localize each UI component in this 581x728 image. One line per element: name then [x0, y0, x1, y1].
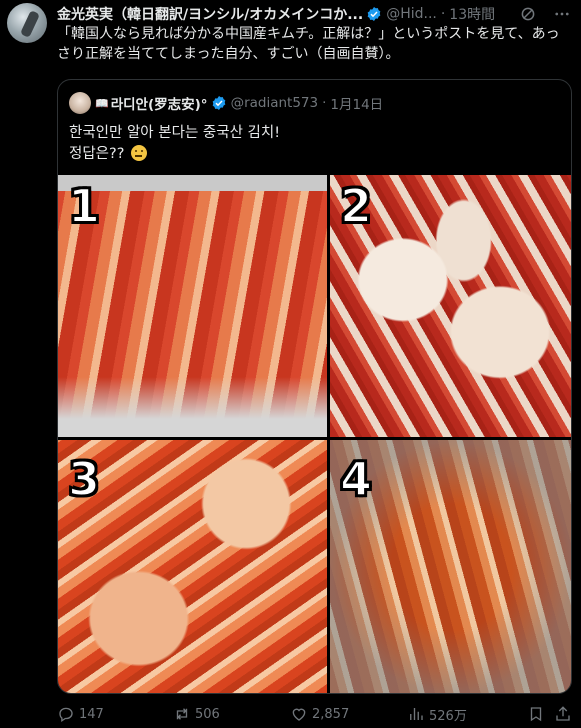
retweet-button[interactable]: 506	[173, 705, 220, 723]
kimchi-photo-1[interactable]: 1	[58, 175, 327, 437]
quoted-tweet[interactable]: 📖 라디안(罗志安)° @radiant573 · 1月14日 한국인만 알아 …	[57, 79, 572, 694]
share-button[interactable]	[554, 705, 572, 723]
quoted-author-avatar	[69, 92, 91, 114]
photo-number-label: 3	[67, 452, 101, 506]
tweet-actions: 147 506 2,857 526万	[57, 703, 572, 725]
kimchi-photo-4[interactable]: 4	[330, 440, 571, 693]
photo-number-label: 4	[339, 452, 373, 506]
quoted-tweet-text: 한국인만 알아 본다는 중국산 김치! 정답은??	[69, 123, 280, 165]
reply-count: 147	[79, 706, 104, 722]
author-avatar[interactable]	[7, 3, 47, 43]
thinking-face-icon	[131, 145, 148, 161]
photo-number-label: 1	[67, 179, 101, 233]
quoted-text-line-2: 정답은??	[69, 146, 125, 162]
views-button[interactable]: 526万	[407, 705, 467, 724]
views-count: 526万	[429, 708, 467, 724]
tweet-text: 「韓国人なら見れば分かる中国産キムチ。正解は？」というポストを見て、あっさり正解…	[57, 26, 560, 62]
separator-dot: ·	[322, 95, 327, 111]
bookmark-button[interactable]	[527, 705, 545, 723]
bookmark-icon	[530, 707, 542, 722]
reply-button[interactable]: 147	[57, 705, 104, 723]
photo-number-label: 2	[339, 179, 373, 233]
quoted-tweet-header: 📖 라디안(罗志安)° @radiant573 · 1月14日	[69, 92, 383, 114]
author-name[interactable]: 金光英実（韓日翻訳/ヨンシル/オカメインコか...	[57, 4, 363, 24]
retweet-icon	[176, 708, 188, 720]
quoted-text-line-1: 한국인만 알아 본다는 중국산 김치!	[69, 125, 281, 141]
kimchi-photo-3[interactable]: 3	[58, 440, 327, 693]
quoted-author-handle: @radiant573	[230, 95, 319, 111]
retweet-count: 506	[195, 706, 220, 722]
quoted-tweet-time: 1月14日	[330, 97, 384, 113]
tweet-header: 金光英実（韓日翻訳/ヨンシル/オカメインコか... @Hid... · 13時間	[57, 3, 571, 25]
tweet-time[interactable]: 13時間	[449, 4, 495, 24]
grok-icon[interactable]	[519, 5, 537, 23]
kimchi-photo-2[interactable]: 2	[330, 175, 571, 437]
like-button[interactable]: 2,857	[290, 705, 349, 723]
separator-dot: ·	[440, 6, 446, 22]
share-icon	[556, 706, 570, 721]
author-handle[interactable]: @Hid...	[386, 6, 437, 22]
verified-badge-icon	[212, 96, 225, 110]
views-icon	[410, 708, 423, 720]
like-icon	[292, 708, 306, 721]
quoted-author-name: 라디안(罗志安)°	[110, 97, 208, 113]
more-icon[interactable]	[553, 5, 571, 23]
reply-icon	[59, 707, 73, 723]
verified-badge-icon	[367, 7, 381, 21]
book-icon: 📖	[95, 96, 109, 110]
like-count: 2,857	[312, 706, 350, 722]
